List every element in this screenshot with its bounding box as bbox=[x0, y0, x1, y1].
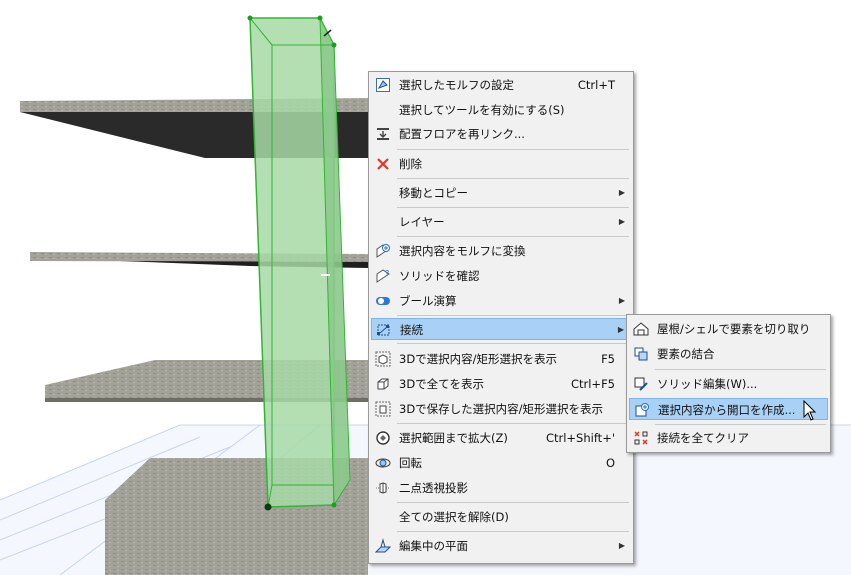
submenu-arrow-icon: ▶ bbox=[618, 296, 625, 305]
menu-item-show-selection-3d[interactable]: 3Dで選択内容/矩形選択を表示 F5 bbox=[371, 348, 631, 370]
menu-item-relink-floor[interactable]: 配置フロアを再リンク... bbox=[371, 123, 631, 145]
menu-item-select-activate-tool[interactable]: 選択してツールを有効にする(S) bbox=[371, 99, 631, 121]
menu-item-show-all-3d[interactable]: 3Dで全てを表示 Ctrl+F5 bbox=[371, 373, 631, 395]
menu-separator bbox=[397, 207, 629, 208]
menu-item-label: 回転 bbox=[399, 456, 422, 470]
menu-item-move-copy[interactable]: 移動とコピー ▶ bbox=[371, 182, 631, 204]
menu-item-layer[interactable]: レイヤー ▶ bbox=[371, 211, 631, 233]
menu-item-label: ソリッドを確認 bbox=[399, 269, 480, 283]
editing-plane-icon bbox=[375, 538, 391, 553]
show-all-3d-icon bbox=[377, 378, 389, 390]
menu-item-label: ソリッド編集(W)... bbox=[657, 377, 758, 391]
create-opening-icon bbox=[635, 403, 649, 417]
menu-item-show-saved-3d[interactable]: 3Dで保存した選択内容/矩形選択を表示 bbox=[371, 398, 631, 420]
menu-item-label: 配置フロアを再リンク... bbox=[399, 127, 525, 141]
menu-item-morph-settings[interactable]: 選択したモルフの設定 Ctrl+T bbox=[371, 74, 631, 96]
menu-separator bbox=[397, 149, 629, 150]
menu-item-label: 選択範囲まで拡大(Z) bbox=[399, 431, 508, 445]
menu-separator bbox=[397, 178, 629, 179]
menu-item-connect[interactable]: 接続 ▶ bbox=[371, 318, 631, 340]
menu-item-shortcut: Ctrl+T bbox=[577, 78, 615, 92]
menu-item-label: 全ての選択を解除(D) bbox=[399, 510, 509, 524]
orbit-icon bbox=[375, 458, 391, 468]
menu-item-label: 接続 bbox=[400, 323, 423, 337]
menu-item-label: 移動とコピー bbox=[399, 186, 468, 200]
submenu-item-trim-roof[interactable]: 屋根/シェルで要素を切り取り bbox=[629, 318, 828, 340]
menu-item-label: ブール演算 bbox=[399, 294, 457, 308]
menu-item-label: 3Dで保存した選択内容/矩形選択を表示 bbox=[399, 402, 604, 416]
check-solid-icon: ? bbox=[376, 269, 390, 283]
delete-icon bbox=[377, 158, 389, 170]
boolean-icon bbox=[376, 297, 390, 305]
menu-item-label: 3Dで全てを表示 bbox=[399, 377, 484, 391]
submenu-item-clear-connections[interactable]: 接続を全てクリア bbox=[629, 427, 828, 449]
menu-item-label: 選択してツールを有効にする(S) bbox=[399, 103, 565, 117]
menu-separator bbox=[397, 531, 629, 532]
morph-settings-icon bbox=[376, 78, 390, 92]
clear-connections-icon bbox=[634, 431, 648, 445]
convert-morph-icon bbox=[376, 244, 390, 258]
two-point-perspective-icon bbox=[376, 482, 390, 494]
merge-elements-icon bbox=[634, 347, 648, 361]
menu-item-orbit[interactable]: 回転 O bbox=[371, 452, 631, 474]
menu-item-shortcut: F5 bbox=[601, 352, 615, 366]
solid-edit-icon bbox=[634, 377, 648, 391]
connect-icon bbox=[377, 324, 390, 336]
svg-text:?: ? bbox=[385, 269, 389, 278]
floor-relink-icon bbox=[377, 128, 389, 140]
menu-item-check-solid[interactable]: ? ソリッドを確認 bbox=[371, 265, 631, 287]
menu-item-label: 二点透視投影 bbox=[399, 481, 468, 495]
menu-item-two-point-perspective[interactable]: 二点透視投影 bbox=[371, 477, 631, 499]
menu-item-editing-plane[interactable]: 編集中の平面 ▶ bbox=[371, 535, 631, 557]
menu-separator bbox=[655, 369, 826, 370]
menu-item-label: 接続を全てクリア bbox=[657, 431, 749, 445]
menu-separator bbox=[397, 315, 629, 316]
submenu-item-solid-edit[interactable]: ソリッド編集(W)... bbox=[629, 373, 828, 395]
connect-submenu: 屋根/シェルで要素を切り取り 要素の結合 ソリッド編集(W)... 選択内容から… bbox=[626, 314, 831, 453]
submenu-item-merge-elements[interactable]: 要素の結合 bbox=[629, 343, 828, 365]
menu-item-shortcut: Ctrl+Shift+' bbox=[545, 431, 615, 445]
submenu-arrow-icon: ▶ bbox=[617, 325, 624, 334]
menu-separator bbox=[397, 423, 629, 424]
menu-item-label: 選択内容から開口を作成... bbox=[658, 403, 796, 417]
trim-roof-icon bbox=[633, 322, 649, 336]
menu-item-label: レイヤー bbox=[399, 215, 445, 229]
menu-item-label: 3Dで選択内容/矩形選択を表示 bbox=[399, 352, 558, 366]
submenu-arrow-icon: ▶ bbox=[618, 217, 625, 226]
zoom-selection-icon bbox=[376, 431, 390, 445]
mouse-cursor-icon bbox=[803, 400, 817, 421]
menu-item-label: 屋根/シェルで要素を切り取り bbox=[657, 322, 811, 336]
menu-separator bbox=[397, 343, 629, 344]
menu-item-convert-to-morph[interactable]: 選択内容をモルフに変換 bbox=[371, 240, 631, 262]
menu-item-label: 編集中の平面 bbox=[399, 539, 468, 553]
menu-item-label: 選択したモルフの設定 bbox=[399, 78, 514, 92]
menu-item-boolean[interactable]: ブール演算 ▶ bbox=[371, 290, 631, 312]
menu-item-label: 要素の結合 bbox=[657, 347, 715, 361]
menu-item-label: 選択内容をモルフに変換 bbox=[399, 244, 526, 258]
menu-item-deselect-all[interactable]: 全ての選択を解除(D) bbox=[371, 506, 631, 528]
menu-item-delete[interactable]: 削除 bbox=[371, 153, 631, 175]
menu-item-zoom-selection[interactable]: 選択範囲まで拡大(Z) Ctrl+Shift+' bbox=[371, 427, 631, 449]
submenu-arrow-icon: ▶ bbox=[618, 541, 625, 550]
menu-item-label: 削除 bbox=[399, 157, 422, 171]
menu-separator bbox=[397, 502, 629, 503]
menu-item-shortcut: O bbox=[605, 456, 615, 470]
menu-separator bbox=[655, 424, 826, 425]
show-selection-3d-icon bbox=[375, 351, 391, 367]
submenu-arrow-icon: ▶ bbox=[618, 188, 625, 197]
context-menu: 選択したモルフの設定 Ctrl+T 選択してツールを有効にする(S) 配置フロア… bbox=[368, 71, 634, 564]
submenu-item-create-opening[interactable]: 選択内容から開口を作成... bbox=[629, 398, 828, 420]
show-saved-3d-icon bbox=[375, 401, 391, 417]
menu-item-shortcut: Ctrl+F5 bbox=[570, 377, 615, 391]
menu-separator bbox=[397, 236, 629, 237]
